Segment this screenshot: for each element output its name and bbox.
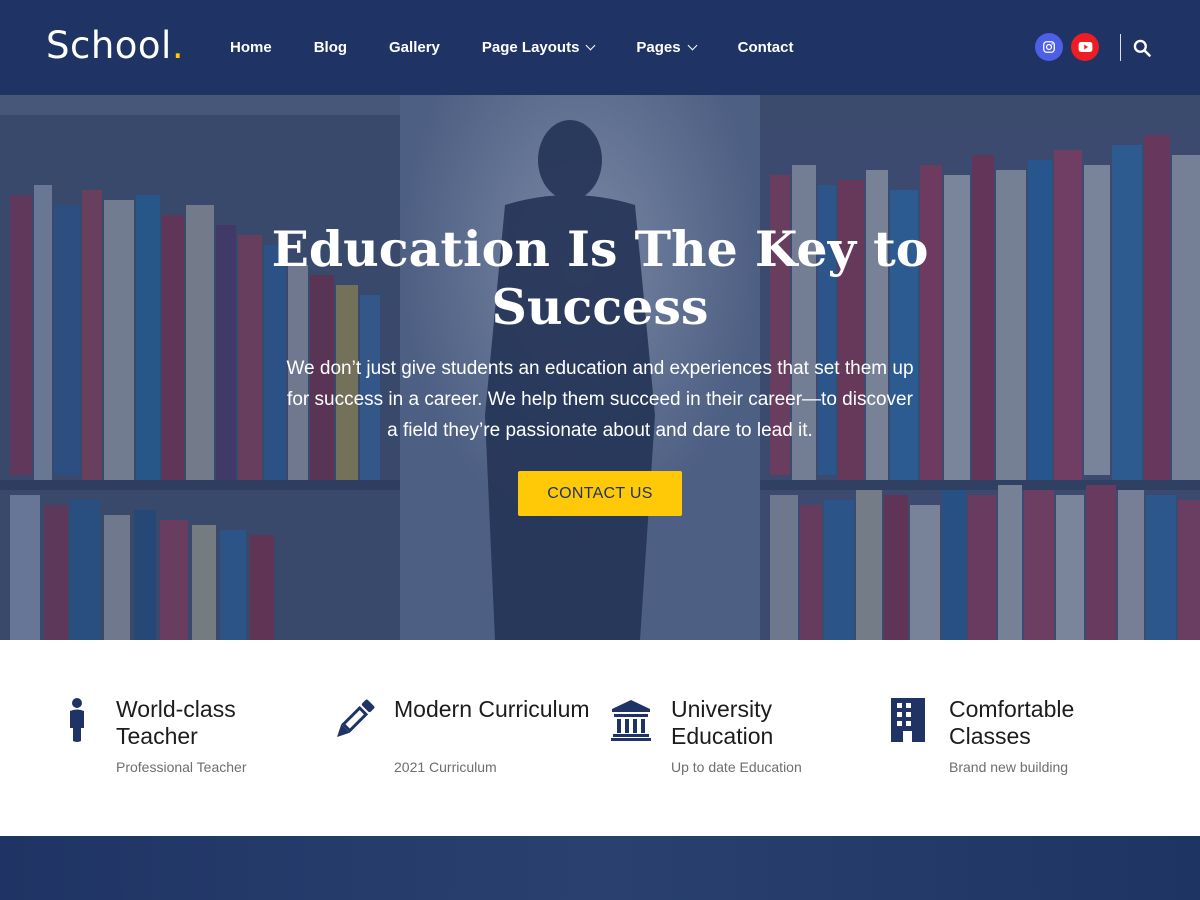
search-icon	[1133, 39, 1151, 57]
instagram-button[interactable]	[1035, 33, 1063, 61]
feature-item: University Education Up to date Educatio…	[610, 640, 870, 836]
feature-title: World-class Teacher	[116, 696, 236, 749]
nav-page-layouts[interactable]: Page Layouts	[481, 39, 596, 56]
feature-subtitle: 2021 Curriculum	[394, 759, 497, 775]
nav-gallery-label: Gallery	[389, 39, 440, 56]
feature-title: Modern Curriculum	[394, 696, 590, 722]
feature-item: Modern Curriculum 2021 Curriculum	[332, 640, 592, 836]
building-icon	[891, 698, 925, 742]
chevron-down-icon	[687, 40, 698, 51]
search-button[interactable]	[1132, 38, 1152, 58]
youtube-icon	[1078, 42, 1092, 52]
nav-contact-label: Contact	[737, 39, 794, 56]
next-section-band	[0, 836, 1200, 900]
nav-pages-label: Pages	[636, 39, 681, 56]
nav-home[interactable]: Home	[230, 39, 272, 56]
pencil-icon	[337, 699, 375, 737]
features-section: World-class Teacher Professional Teacher…	[0, 640, 1200, 836]
youtube-button[interactable]	[1071, 33, 1099, 61]
logo-dot: .	[171, 24, 185, 67]
site-logo[interactable]: School.	[46, 22, 184, 70]
feature-item: Comfortable Classes Brand new building	[889, 640, 1149, 836]
nav-page-layouts-label: Page Layouts	[481, 39, 580, 56]
hero-content: Education Is The Key to Success We don’t…	[0, 95, 1200, 640]
feature-title: University Education	[671, 696, 774, 749]
contact-us-button[interactable]: CONTACT US	[518, 471, 682, 516]
nav-blog-label: Blog	[313, 39, 348, 56]
main-nav: Home Blog Gallery Page Layouts Pages Con…	[230, 0, 835, 95]
feature-item: World-class Teacher Professional Teacher	[60, 640, 320, 836]
hero-section: Education Is The Key to Success We don’t…	[0, 95, 1200, 640]
chevron-down-icon	[585, 40, 596, 51]
hero-title: Education Is The Key to Success	[271, 220, 929, 336]
nav-blog[interactable]: Blog	[314, 39, 347, 56]
nav-home-label: Home	[230, 39, 272, 56]
nav-gallery[interactable]: Gallery	[389, 39, 440, 56]
feature-subtitle: Brand new building	[949, 759, 1069, 775]
nav-contact[interactable]: Contact	[738, 39, 794, 56]
site-header: School. Home Blog Gallery Page Layouts P…	[0, 0, 1200, 95]
logo-text: School	[46, 24, 172, 67]
header-divider	[1120, 34, 1121, 61]
instagram-icon	[1043, 41, 1055, 53]
nav-pages[interactable]: Pages	[636, 39, 698, 56]
person-icon	[70, 698, 84, 742]
university-icon	[611, 700, 651, 741]
feature-title: Comfortable Classes	[949, 696, 1075, 749]
hero-description: We don’t just give students an education…	[286, 358, 914, 441]
feature-subtitle: Professional Teacher	[116, 759, 247, 775]
feature-subtitle: Up to date Education	[671, 759, 802, 775]
